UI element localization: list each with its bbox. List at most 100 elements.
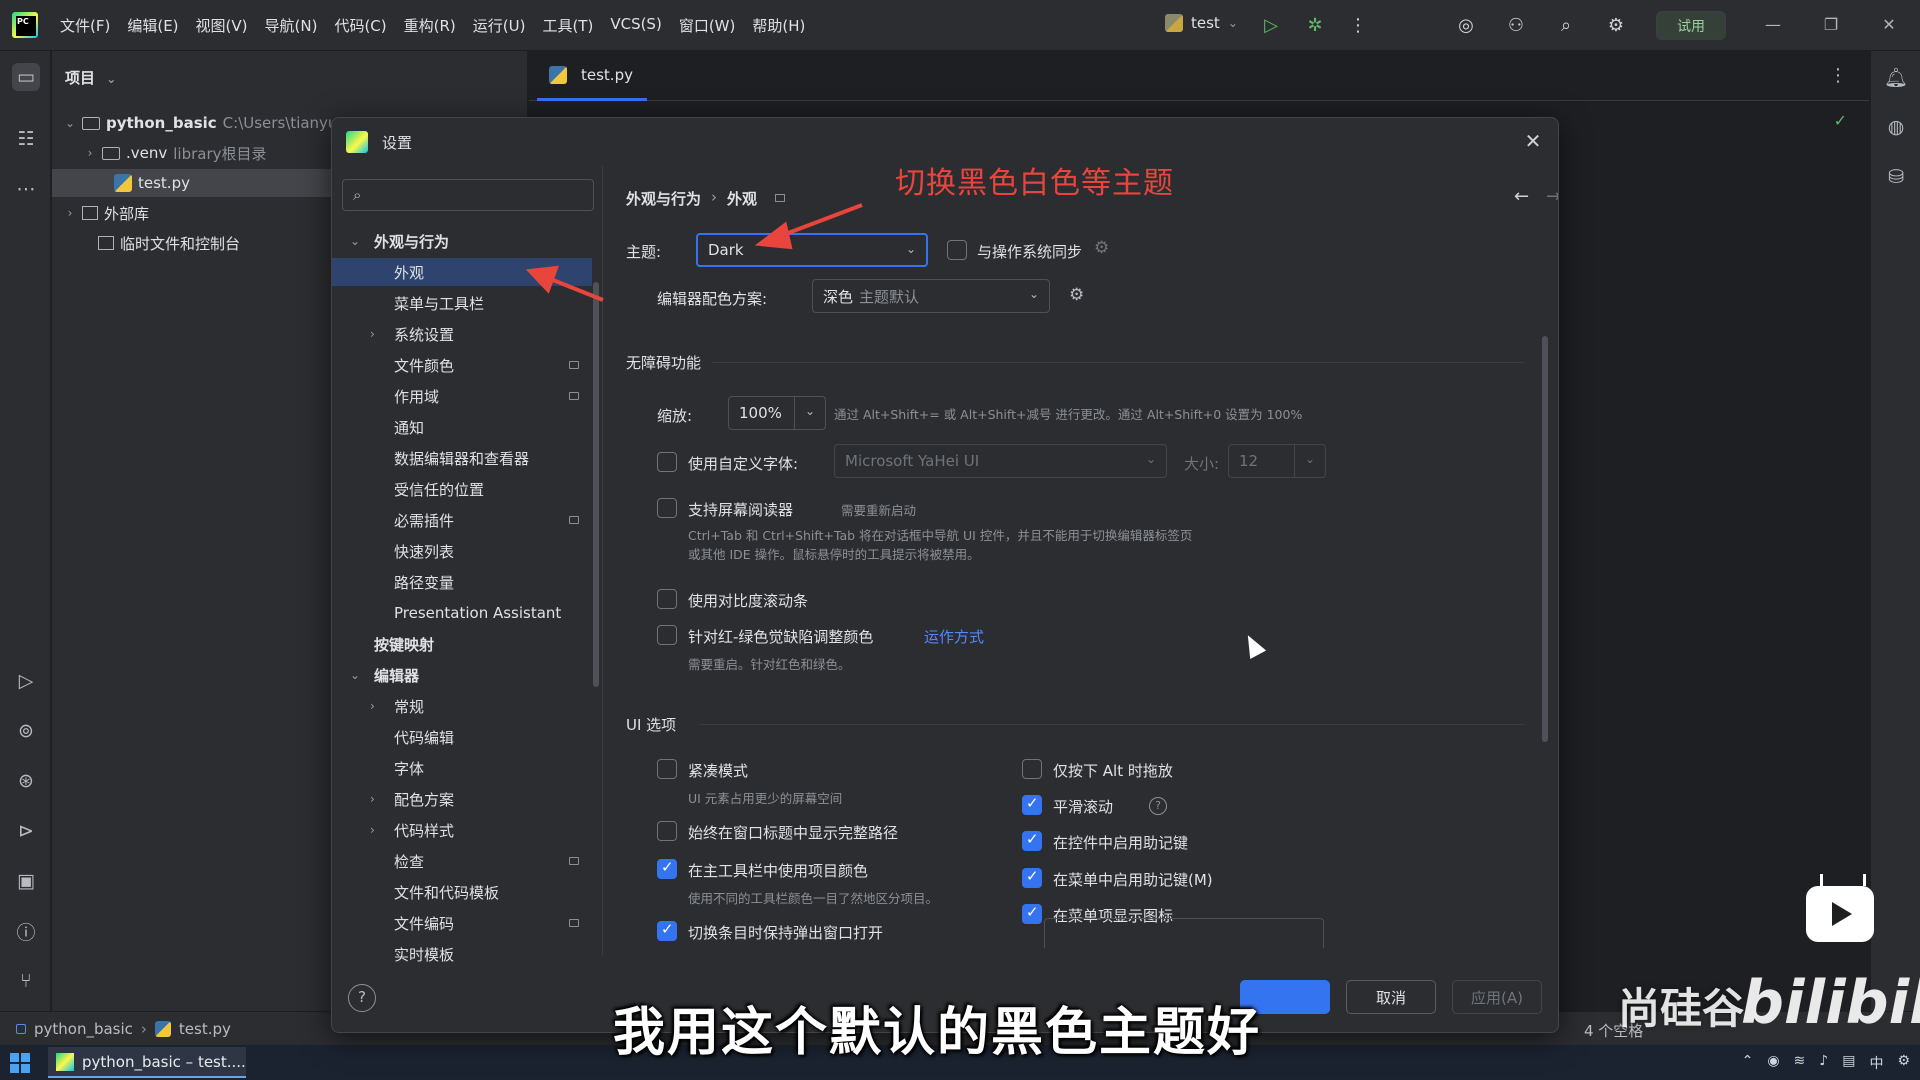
help-icon[interactable]: ? — [1149, 797, 1167, 815]
more-actions-icon[interactable]: ⋮ — [1345, 12, 1371, 38]
run-config-selector[interactable]: test ⌄ — [1165, 14, 1238, 32]
chevron-right-icon[interactable]: › — [370, 823, 375, 837]
nav-item[interactable]: › 代码样式 — [332, 816, 592, 844]
cancel-button[interactable]: 取消 — [1346, 980, 1436, 1014]
contrast-scrollbar-checkbox[interactable] — [657, 589, 677, 609]
zoom-dropdown[interactable]: 100% ⌄ — [728, 396, 826, 430]
project-folder-icon[interactable]: ▭ — [12, 63, 40, 91]
search-icon[interactable]: ⌕ — [1553, 12, 1579, 38]
forward-arrow-icon[interactable]: → — [1546, 186, 1558, 207]
back-arrow-icon[interactable]: ← — [1514, 186, 1529, 207]
menu-item[interactable]: 文件(F) — [60, 15, 110, 36]
ime-settings-icon[interactable]: ⚙ — [1897, 1053, 1910, 1073]
tab-options-icon[interactable]: ⋮ — [1829, 65, 1847, 86]
breadcrumb-parent[interactable]: 外观与行为 — [626, 188, 701, 209]
settings-gear-icon[interactable]: ⚙ — [1603, 12, 1629, 38]
chevron-right-icon[interactable]: › — [62, 206, 78, 220]
terminal-icon[interactable]: ▣ — [12, 867, 40, 895]
menu-item[interactable]: 编辑(E) — [127, 15, 178, 36]
nav-item[interactable]: › 配色方案 — [332, 785, 592, 813]
ui-option-checkbox[interactable] — [1022, 903, 1042, 924]
ui-option-checkbox[interactable] — [1022, 867, 1042, 888]
nav-item[interactable]: 检查 — [332, 847, 592, 875]
ai-assistant-icon[interactable]: ◎ — [1453, 12, 1479, 38]
breadcrumb-project[interactable]: python_basic — [34, 1020, 133, 1038]
services-icon[interactable]: ⊳ — [12, 817, 40, 845]
screen-reader-checkbox[interactable] — [657, 498, 677, 518]
more-tools-icon[interactable]: ⋯ — [12, 175, 40, 203]
menu-item[interactable]: 导航(N) — [265, 15, 318, 36]
chevron-right-icon[interactable]: › — [370, 327, 375, 341]
inspection-ok-icon[interactable]: ✓ — [1834, 111, 1847, 130]
scheme-settings-gear-icon[interactable]: ⚙ — [1069, 285, 1084, 305]
nav-item[interactable]: 路径变量 — [332, 568, 592, 596]
project-panel-header[interactable]: 项目 ⌄ — [65, 67, 116, 88]
chevron-right-icon[interactable]: › — [82, 146, 98, 160]
chevron-up-icon[interactable]: ⌃ — [1742, 1053, 1754, 1073]
minimize-icon[interactable]: — — [1759, 12, 1787, 38]
nav-item[interactable]: 数据编辑器和查看器 — [332, 444, 592, 472]
close-icon[interactable]: ✕ — [1520, 128, 1546, 154]
ui-option-checkbox[interactable] — [1022, 759, 1042, 779]
ui-option-checkbox[interactable] — [657, 920, 677, 941]
nav-item[interactable]: ⌄ 编辑器 — [332, 661, 592, 689]
app-tray-icon[interactable]: ◉ — [1767, 1053, 1779, 1073]
tab-test-py[interactable]: test.py — [537, 51, 647, 101]
scheme-dropdown[interactable]: 深色 主题默认 ⌄ — [812, 279, 1050, 313]
nav-item[interactable]: 菜单与工具栏 — [332, 289, 592, 317]
breadcrumb-file[interactable]: test.py — [179, 1020, 231, 1038]
debug-icon[interactable]: ✲ — [1302, 12, 1328, 38]
database-icon[interactable]: ⛁ — [1882, 163, 1910, 191]
trial-button[interactable]: 试用 — [1656, 11, 1726, 40]
ui-option-checkbox[interactable] — [657, 858, 677, 879]
custom-font-dropdown[interactable]: Microsoft YaHei UI ⌄ — [834, 444, 1167, 478]
ui-option-checkbox[interactable] — [1022, 830, 1042, 851]
python-console-icon[interactable]: ⊛ — [12, 767, 40, 795]
menu-item[interactable]: 帮助(H) — [752, 15, 805, 36]
git-icon[interactable]: ⑂ — [12, 967, 40, 995]
menu-item[interactable]: 重构(R) — [404, 15, 456, 36]
theme-dropdown[interactable]: Dark ⌄ — [696, 233, 928, 267]
settings-search-input[interactable]: ⌕ — [342, 179, 594, 211]
restore-icon[interactable]: ❐ — [1817, 12, 1845, 38]
how-it-works-link[interactable]: 运作方式 — [924, 626, 984, 647]
help-button[interactable]: ? — [348, 984, 376, 1012]
nav-item[interactable]: 字体 — [332, 754, 592, 782]
nav-item[interactable]: 按键映射 — [332, 630, 592, 658]
close-window-icon[interactable]: ✕ — [1875, 12, 1903, 38]
volume-icon[interactable]: ♪ — [1819, 1053, 1828, 1073]
run-tool-icon[interactable]: ▷ — [12, 667, 40, 695]
ui-option-checkbox[interactable] — [657, 759, 677, 779]
font-size-dropdown[interactable]: 12 ⌄ — [1228, 444, 1326, 478]
nav-item[interactable]: › 常规 — [332, 692, 592, 720]
apply-button[interactable]: 应用(A) — [1452, 980, 1542, 1014]
nav-item[interactable]: 作用域 — [332, 382, 592, 410]
nav-item[interactable]: 文件颜色 — [332, 351, 592, 379]
menu-item[interactable]: VCS(S) — [610, 15, 661, 36]
structure-icon[interactable]: ☷ — [12, 125, 40, 153]
ui-option-checkbox[interactable] — [657, 821, 677, 841]
nav-item[interactable]: ⌄ 外观与行为 — [332, 227, 592, 255]
nav-item[interactable]: Presentation Assistant — [332, 599, 592, 627]
chevron-down-icon[interactable]: ⌄ — [62, 116, 78, 130]
python-packages-icon[interactable]: ⊚ — [12, 717, 40, 745]
ime-icon[interactable]: 中 — [1869, 1053, 1883, 1073]
taskbar-app-pycharm[interactable]: python_basic – test.... — [48, 1047, 246, 1078]
nav-item[interactable]: 文件编码 — [332, 909, 592, 937]
notifications-icon[interactable]: 🔔︎ — [1882, 63, 1910, 91]
menu-item[interactable]: 代码(C) — [334, 15, 386, 36]
menu-item[interactable]: 窗口(W) — [679, 15, 736, 36]
nav-item[interactable]: 通知 — [332, 413, 592, 441]
color-deficiency-checkbox[interactable] — [657, 625, 677, 645]
nav-item[interactable]: 文件和代码模板 — [332, 878, 592, 906]
chevron-down-icon[interactable]: ⌄ — [350, 234, 360, 248]
nav-item[interactable]: › 系统设置 — [332, 320, 592, 348]
chevron-right-icon[interactable]: › — [370, 792, 375, 806]
nav-item[interactable]: 必需插件 — [332, 506, 592, 534]
ui-option-checkbox[interactable] — [1022, 794, 1042, 815]
ai-chat-icon[interactable]: ◍ — [1882, 113, 1910, 141]
nav-item[interactable]: 代码编辑 — [332, 723, 592, 751]
nav-item[interactable]: 外观 — [332, 258, 592, 286]
menu-item[interactable]: 视图(V) — [196, 15, 248, 36]
windows-start-icon[interactable] — [10, 1053, 30, 1073]
